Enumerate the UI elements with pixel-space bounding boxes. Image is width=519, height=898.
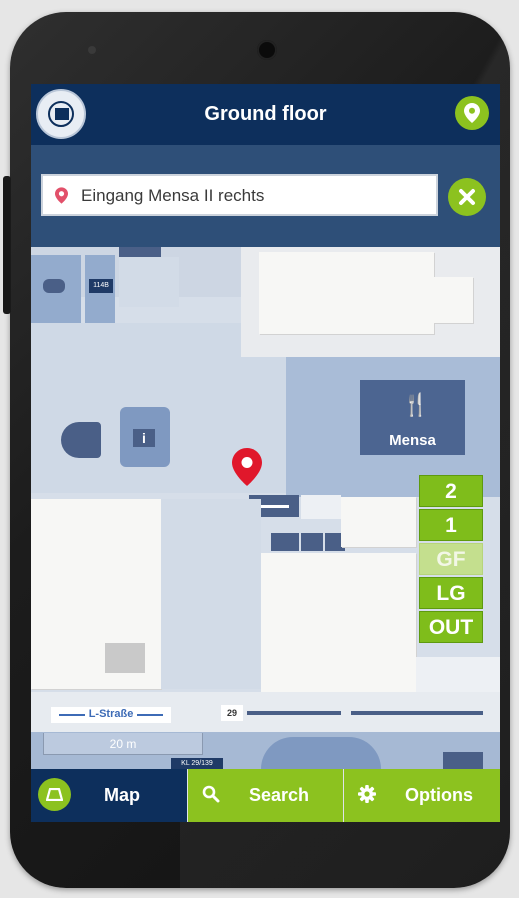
- bottom-nav: Map Search Options: [31, 769, 500, 822]
- app-screen: Ground floor Eingang Mensa II rechts 114…: [31, 84, 500, 822]
- mensa-room[interactable]: 🍴 Mensa: [360, 380, 465, 455]
- street-label: L-Straße: [51, 707, 171, 723]
- map-line: [247, 711, 341, 715]
- mensa-label: Mensa: [389, 432, 436, 449]
- floor-button-gf[interactable]: GF: [419, 543, 483, 575]
- search-input[interactable]: Eingang Mensa II rechts: [41, 174, 438, 216]
- tab-map[interactable]: Map: [31, 769, 187, 822]
- building-block: [341, 497, 416, 547]
- map-marking: [257, 505, 289, 508]
- app-header: Ground floor: [31, 84, 500, 145]
- restroom-icon: [443, 752, 483, 769]
- map-pin-icon: [55, 187, 68, 204]
- phone-side-button: [3, 176, 11, 314]
- page-title: Ground floor: [204, 103, 327, 125]
- building-block: [259, 252, 434, 334]
- tab-map-label: Map: [104, 785, 140, 805]
- floor-button-1[interactable]: 1: [419, 509, 483, 541]
- accessible-icon: [271, 533, 299, 551]
- map-line: [351, 711, 483, 715]
- floor-button-lg[interactable]: LG: [419, 577, 483, 609]
- tab-options-label: Options: [405, 785, 473, 805]
- map-scale: 20 m: [43, 733, 203, 755]
- tab-search-label: Search: [249, 785, 310, 805]
- gear-icon: [358, 785, 376, 803]
- restroom-icon: [301, 533, 323, 551]
- map-room: [261, 737, 381, 769]
- building-block: [433, 277, 473, 323]
- map-area: [416, 657, 500, 697]
- map-room: [301, 495, 341, 519]
- tab-options[interactable]: Options: [344, 769, 500, 822]
- search-bar-area: Eingang Mensa II rechts: [31, 145, 500, 247]
- fork-knife-icon: 🍴: [402, 392, 430, 417]
- tab-search[interactable]: Search: [188, 769, 343, 822]
- clear-icon: [459, 189, 475, 205]
- phone-camera: [257, 40, 277, 60]
- phone-sensor: [88, 46, 96, 54]
- map-corridor: [161, 499, 261, 689]
- university-logo[interactable]: [36, 89, 86, 139]
- info-icon: i: [133, 429, 155, 447]
- floor-button-2[interactable]: 2: [419, 475, 483, 507]
- room-label: 114B: [89, 279, 113, 293]
- coffee-icon: [43, 279, 65, 293]
- map-room: [119, 257, 179, 307]
- search-value: Eingang Mensa II rechts: [81, 186, 265, 205]
- map-room: [61, 422, 101, 458]
- floor-map[interactable]: 114B i 🍴 Mensa L-Straße 29 KL 29/139 20 …: [31, 247, 500, 769]
- destination-marker-icon[interactable]: [232, 448, 262, 486]
- room-label: KL 29/139: [171, 758, 223, 769]
- search-icon: [202, 785, 220, 803]
- info-point[interactable]: i: [120, 407, 170, 467]
- locate-button[interactable]: [455, 96, 489, 130]
- location-pin-icon: [464, 103, 480, 123]
- map-room: [105, 643, 145, 673]
- room-label: 29: [221, 705, 243, 721]
- floor-button-out[interactable]: OUT: [419, 611, 483, 643]
- map-icon-badge: [38, 778, 71, 811]
- clear-search-button[interactable]: [448, 178, 486, 216]
- building-block: [261, 553, 416, 693]
- map-icon: [46, 788, 63, 801]
